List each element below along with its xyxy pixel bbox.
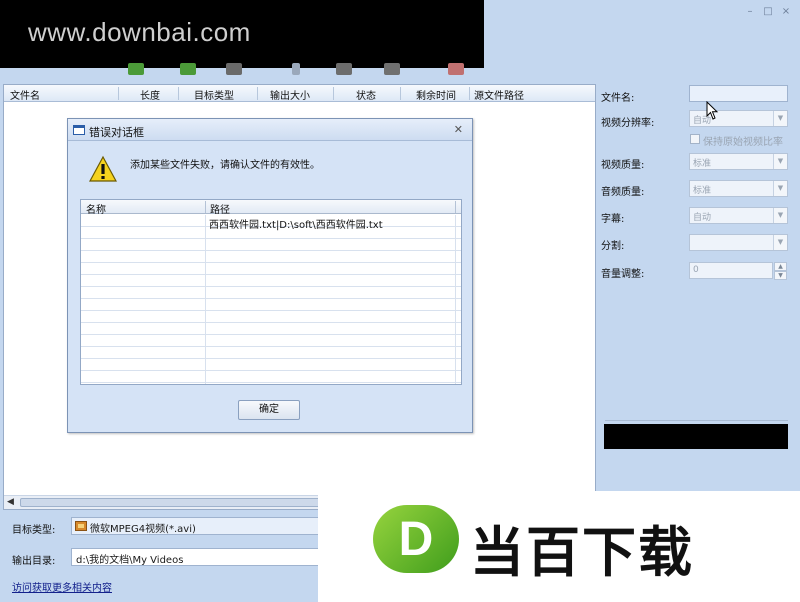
audio-quality-select[interactable]: 标准 ▼ bbox=[689, 180, 788, 197]
target-type-value: 微软MPEG4视频(*.avi) bbox=[90, 524, 196, 535]
target-type-select[interactable]: 微软MPEG4视频(*.avi) bbox=[71, 517, 321, 535]
video-quality-value: 标准 bbox=[693, 159, 712, 169]
watermark-text: www.downbai.com bbox=[28, 17, 251, 47]
keep-ratio-label: 保持原始视频比率 bbox=[703, 137, 783, 148]
column-filename[interactable]: 文件名 bbox=[10, 87, 40, 102]
keep-ratio-checkbox[interactable] bbox=[690, 134, 700, 144]
column-name[interactable]: 名称 bbox=[86, 201, 106, 216]
watermark-banner: www.downbai.com bbox=[0, 0, 484, 68]
film-icon bbox=[75, 521, 87, 531]
output-dir-label: 输出目录: bbox=[12, 556, 56, 567]
panel-divider bbox=[605, 420, 788, 421]
volume-label: 音量调整: bbox=[601, 269, 645, 280]
warning-icon bbox=[89, 155, 117, 182]
minimize-button[interactable]: – bbox=[744, 6, 756, 17]
volume-value: 0 bbox=[693, 265, 699, 275]
remove-file-icon[interactable] bbox=[226, 63, 242, 75]
chevron-down-icon[interactable]: ▼ bbox=[773, 111, 787, 126]
table-row[interactable]: 西西软件园.txt|D:\soft\西西软件园.txt bbox=[209, 216, 383, 231]
more-content-link[interactable]: 访问获取更多相关内容 bbox=[12, 579, 112, 594]
volume-input[interactable]: 0 bbox=[689, 262, 773, 279]
filename-label: 文件名: bbox=[601, 93, 635, 104]
window-controls: – □ × bbox=[744, 6, 792, 17]
resolution-select[interactable]: 自动 ▼ bbox=[689, 110, 788, 127]
column-status[interactable]: 状态 bbox=[356, 87, 376, 102]
output-dir-field[interactable]: d:\我的文档\My Videos bbox=[71, 548, 321, 566]
audio-quality-value: 标准 bbox=[693, 186, 712, 196]
stop-icon[interactable] bbox=[448, 63, 464, 75]
dialog-title: 错误对话框 bbox=[89, 126, 144, 139]
preview-area bbox=[604, 424, 788, 449]
chevron-down-icon[interactable]: ▼ bbox=[773, 208, 787, 223]
close-button[interactable]: × bbox=[780, 6, 792, 17]
video-quality-label: 视频质量: bbox=[601, 160, 645, 171]
resolution-label: 视频分辨率: bbox=[601, 118, 655, 129]
subtitle-select[interactable]: 自动 ▼ bbox=[689, 207, 788, 224]
maximize-button[interactable]: □ bbox=[762, 6, 774, 17]
window-icon bbox=[73, 125, 85, 135]
add-file-icon[interactable] bbox=[128, 63, 144, 75]
logo-watermark: D 当百下载 bbox=[318, 491, 800, 602]
error-dialog: 错误对话框 ✕ 添加某些文件失败，请确认文件的有效性。 名称 路径 西西软件园.… bbox=[67, 118, 473, 433]
output-dir-value: d:\我的文档\My Videos bbox=[76, 555, 184, 566]
ok-button[interactable]: 确定 bbox=[238, 400, 300, 420]
target-type-label: 目标类型: bbox=[12, 525, 56, 536]
column-remaining-time[interactable]: 剩余时间 bbox=[416, 87, 456, 102]
mouse-cursor-icon bbox=[706, 101, 719, 120]
move-up-icon[interactable] bbox=[292, 63, 300, 75]
dialog-titlebar[interactable]: 错误对话框 ✕ bbox=[68, 119, 472, 141]
subtitle-value: 自动 bbox=[693, 213, 712, 223]
add-folder-icon[interactable] bbox=[180, 63, 196, 75]
settings-icon[interactable] bbox=[384, 63, 400, 75]
audio-quality-label: 音频质量: bbox=[601, 187, 645, 198]
subtitle-label: 字幕: bbox=[601, 214, 625, 225]
column-path[interactable]: 路径 bbox=[210, 201, 230, 216]
clip-icon[interactable] bbox=[336, 63, 352, 75]
table-header: 名称 路径 bbox=[81, 200, 461, 216]
file-list-header: 文件名 长度 目标类型 输出大小 状态 剩余时间 源文件路径 bbox=[4, 85, 595, 102]
spin-up-icon[interactable]: ▲ bbox=[774, 262, 787, 271]
column-source-path[interactable]: 源文件路径 bbox=[474, 87, 524, 102]
spin-down-icon[interactable]: ▼ bbox=[774, 271, 787, 280]
split-label: 分割: bbox=[601, 241, 625, 252]
split-select[interactable]: ▼ bbox=[689, 234, 788, 251]
chevron-down-icon[interactable]: ▼ bbox=[773, 154, 787, 169]
failed-files-table[interactable]: 名称 路径 西西软件园.txt|D:\soft\西西软件园.txt bbox=[80, 199, 462, 385]
column-length[interactable]: 长度 bbox=[140, 87, 160, 102]
chevron-down-icon[interactable]: ▼ bbox=[773, 235, 787, 250]
chevron-down-icon[interactable]: ▼ bbox=[773, 181, 787, 196]
video-quality-select[interactable]: 标准 ▼ bbox=[689, 153, 788, 170]
dialog-close-icon[interactable]: ✕ bbox=[454, 123, 463, 136]
volume-spinner[interactable]: ▲ ▼ bbox=[774, 262, 787, 280]
table-rows bbox=[81, 215, 461, 384]
column-output-size[interactable]: 输出大小 bbox=[270, 87, 310, 102]
filename-field[interactable] bbox=[689, 85, 788, 102]
logo-mark: D bbox=[373, 505, 459, 573]
scroll-left-icon[interactable]: ◀ bbox=[7, 497, 14, 507]
scrollbar-thumb[interactable] bbox=[20, 498, 320, 507]
column-target-type[interactable]: 目标类型 bbox=[194, 87, 234, 102]
dialog-message: 添加某些文件失败，请确认文件的有效性。 bbox=[130, 160, 320, 171]
logo-letter: D bbox=[398, 513, 434, 566]
logo-text: 当百下载 bbox=[470, 521, 694, 584]
